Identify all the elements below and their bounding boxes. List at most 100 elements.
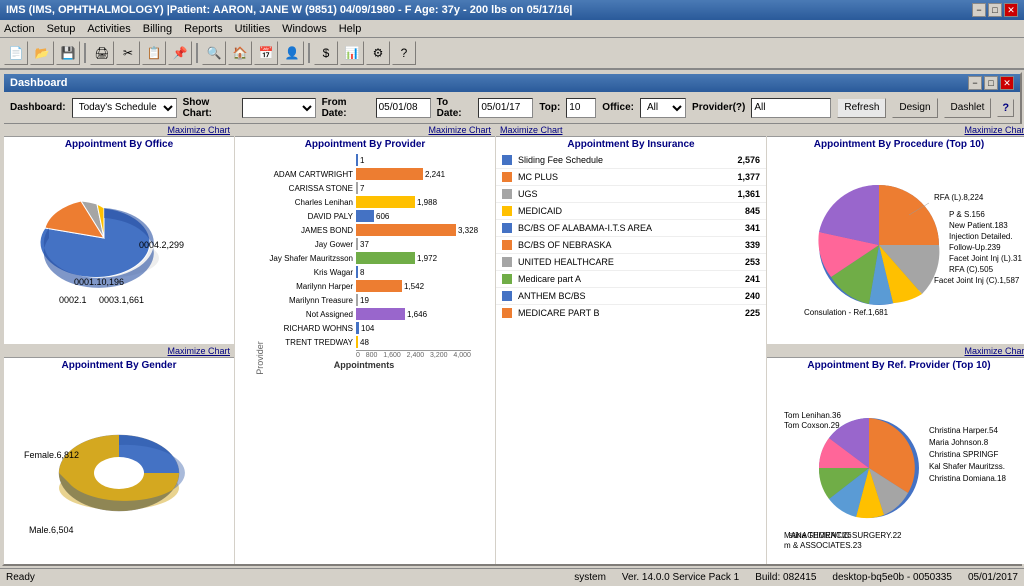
appt-by-provider-panel: Maximize Chart Appointment By Provider P…	[235, 124, 495, 564]
insurance-value-2: 1,361	[737, 189, 760, 199]
show-chart-select[interactable]	[242, 98, 315, 118]
menu-action[interactable]: Action	[4, 23, 35, 35]
insurance-row-4: BC/BS OF ALABAMA-I.T.S AREA 341	[496, 220, 766, 237]
menu-windows[interactable]: Windows	[282, 23, 327, 35]
gender-donut-chart: Female.6,812 Male.6,504	[19, 393, 219, 543]
insurance-name-5: BC/BS OF NEBRASKA	[518, 240, 745, 250]
provider-input[interactable]: All	[751, 98, 831, 118]
menu-help[interactable]: Help	[339, 23, 362, 35]
tool-home[interactable]: 🏠	[228, 41, 252, 65]
maximize-gender-link[interactable]: Maximize Chart	[167, 346, 230, 356]
tool-save[interactable]: 💾	[56, 41, 80, 65]
from-date-input[interactable]: 05/01/08	[376, 98, 431, 118]
insurance-name-4: BC/BS OF ALABAMA-I.T.S AREA	[518, 223, 745, 233]
toolbar-separator-3	[308, 43, 310, 63]
provider-chart-content: Provider 1 ADAM CARTWRIGHT 2,241 CARIS	[235, 152, 495, 564]
menu-activities[interactable]: Activities	[87, 23, 130, 35]
insurance-value-3: 845	[745, 206, 760, 216]
svg-text:Facet Joint Inj (C).1,587: Facet Joint Inj (C).1,587	[934, 276, 1020, 285]
insurance-name-7: Medicare part A	[518, 274, 745, 284]
toolbar-separator-2	[196, 43, 198, 63]
to-date-input[interactable]: 05/01/17	[478, 98, 533, 118]
insurance-color-5	[502, 240, 512, 250]
tool-reports[interactable]: 📊	[340, 41, 364, 65]
maximize-procedure-link[interactable]: Maximize Chart	[964, 125, 1024, 135]
insurance-chart-title: Appointment By Insurance	[496, 137, 766, 152]
tool-print[interactable]: 🖨	[90, 41, 114, 65]
ref-provider-chart-content: Tom Lenihan.36 Tom Coxson.29 MANAGEMENT.…	[767, 373, 1024, 565]
appt-by-ref-provider-panel: Maximize Chart Appointment By Ref. Provi…	[767, 345, 1024, 565]
dashboard-maximize[interactable]: □	[984, 76, 998, 90]
procedure-chart-content: RFA (L).8,224 P & S.156 New Patient.183 …	[767, 152, 1024, 344]
appt-by-procedure-panel: Maximize Chart Appointment By Procedure …	[767, 124, 1024, 344]
menu-reports[interactable]: Reports	[184, 23, 223, 35]
office-select[interactable]: All	[640, 98, 686, 118]
svg-text:Kal Shafer Mauritzss.: Kal Shafer Mauritzss.	[929, 462, 1005, 471]
refresh-button[interactable]: Refresh	[837, 98, 886, 118]
insurance-value-6: 253	[745, 257, 760, 267]
provider-row-5: JAMES BOND 3,328	[251, 224, 491, 236]
insurance-color-9	[502, 308, 512, 318]
tool-open[interactable]: 📂	[30, 41, 54, 65]
provider-row-10: Marilynn Treasure 19	[251, 294, 491, 306]
provider-row-12: RICHARD WOHNS 104	[251, 322, 491, 334]
maximize-ref-provider-link[interactable]: Maximize Chart	[964, 346, 1024, 356]
svg-text:Maria Johnson.8: Maria Johnson.8	[929, 438, 989, 447]
tool-calendar[interactable]: 📅	[254, 41, 278, 65]
dashboard-titlebar: Dashboard − □ ✕	[4, 74, 1020, 92]
tool-settings[interactable]: ⚙	[366, 41, 390, 65]
tool-patients[interactable]: 👤	[280, 41, 304, 65]
menu-utilities[interactable]: Utilities	[235, 23, 270, 35]
tool-billing[interactable]: $	[314, 41, 338, 65]
office-label: Office:	[602, 102, 634, 113]
svg-text:Male.6,504: Male.6,504	[29, 525, 74, 535]
dashboard-minimize[interactable]: −	[968, 76, 982, 90]
procedure-chart-title: Appointment By Procedure (Top 10)	[767, 137, 1024, 152]
close-button[interactable]: ✕	[1004, 3, 1018, 17]
office-pie-chart: 0001.10,196 0004.2,299 0002.1 0003.1,661	[19, 173, 219, 323]
insurance-color-6	[502, 257, 512, 267]
provider-row-6: Jay Gower 37	[251, 238, 491, 250]
insurance-name-9: MEDICARE PART B	[518, 308, 745, 318]
appt-by-gender-panel: Maximize Chart Appointment By Gender	[4, 345, 234, 565]
provider-x-axis: 08001,6002,4003,2004,000	[356, 350, 471, 359]
title-bar: IMS (IMS, OPHTHALMOLOGY) |Patient: AARON…	[0, 0, 1024, 20]
dashboard-select[interactable]: Today's Schedule	[72, 98, 177, 118]
right-panel: Maximize Chart Appointment By Procedure …	[767, 124, 1024, 564]
design-button[interactable]: Design	[892, 98, 937, 118]
title-bar-controls: − □ ✕	[972, 3, 1018, 17]
dashboard-close[interactable]: ✕	[1000, 76, 1014, 90]
tool-paste[interactable]: 📌	[168, 41, 192, 65]
maximize-office-link[interactable]: Maximize Chart	[167, 125, 230, 135]
tool-new[interactable]: 📄	[4, 41, 28, 65]
menu-setup[interactable]: Setup	[47, 23, 76, 35]
minimize-button[interactable]: −	[972, 3, 986, 17]
insurance-color-2	[502, 189, 512, 199]
provider-x-label: Appointments	[237, 360, 491, 370]
insurance-row-2: UGS 1,361	[496, 186, 766, 203]
svg-text:P & S.156: P & S.156	[949, 210, 985, 219]
tool-cut[interactable]: ✂	[116, 41, 140, 65]
insurance-row-9: MEDICARE PART B 225	[496, 305, 766, 321]
svg-text:m & ASSOCIATES.23: m & ASSOCIATES.23	[784, 541, 862, 550]
maximize-button[interactable]: □	[988, 3, 1002, 17]
insurance-value-5: 339	[745, 240, 760, 250]
tool-search[interactable]: 🔍	[202, 41, 226, 65]
tool-help[interactable]: ?	[392, 41, 416, 65]
insurance-color-3	[502, 206, 512, 216]
tool-copy[interactable]: 📋	[142, 41, 166, 65]
svg-text:0004.2,299: 0004.2,299	[139, 240, 184, 250]
provider-row-0: 1	[251, 154, 491, 166]
svg-text:New Patient.183: New Patient.183	[949, 221, 1008, 230]
provider-row-7: Jay Shafer Mauritzsson 1,972	[251, 252, 491, 264]
office-chart-content: 0001.10,196 0004.2,299 0002.1 0003.1,661	[4, 152, 234, 344]
provider-row-9: Marilynn Harper 1,542	[251, 280, 491, 292]
insurance-name-2: UGS	[518, 189, 737, 199]
help-button[interactable]: ?	[997, 99, 1014, 117]
maximize-insurance-link[interactable]: Maximize Chart	[500, 125, 563, 135]
svg-text:Follow-Up.239: Follow-Up.239	[949, 243, 1001, 252]
dashlet-button[interactable]: Dashlet	[944, 98, 992, 118]
top-input[interactable]: 10	[566, 98, 596, 118]
menu-billing[interactable]: Billing	[143, 23, 172, 35]
maximize-provider-link[interactable]: Maximize Chart	[428, 125, 491, 135]
